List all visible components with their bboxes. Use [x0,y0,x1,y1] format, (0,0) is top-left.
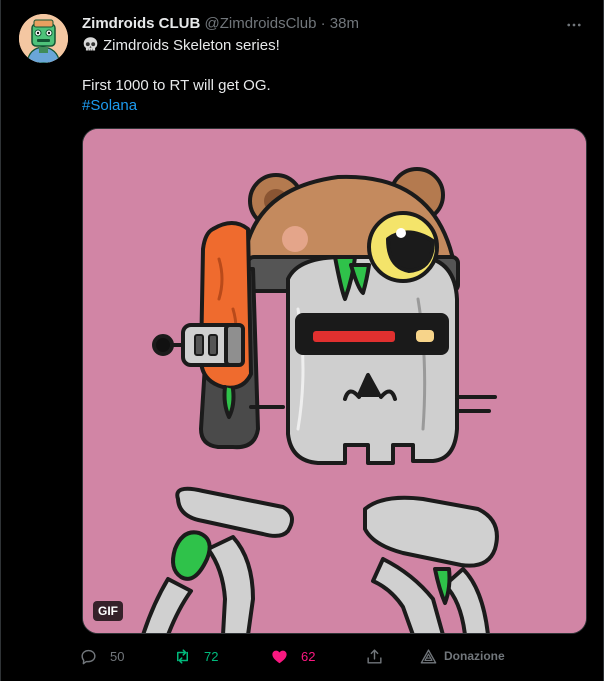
donate-label: Donazione [444,649,505,663]
tweet-line-2: First 1000 to RT will get OG. [82,77,271,94]
tweet-line-1: Zimdroids Skeleton series! [82,36,582,56]
media-gif[interactable]: GIF [82,128,587,634]
reply-count: 50 [110,648,125,664]
timestamp[interactable]: 38m [330,15,359,32]
gif-badge: GIF [93,601,123,621]
tweet-hashtag-line: #Solana [82,96,582,116]
like-button[interactable]: 62 [270,644,315,668]
user-handle[interactable]: @ZimdroidsClub [205,15,317,32]
like-count: 62 [301,648,316,664]
reply-bubble-icon [81,649,96,664]
retweet-count: 72 [204,648,219,664]
tweet-line-1-text: Zimdroids Skeleton series! [103,37,280,54]
skull-emoji-icon [83,37,98,51]
heart-icon [272,650,287,663]
tweet-text: Zimdroids Skeleton series! First 1000 to… [82,36,582,116]
retweet-button[interactable]: 72 [173,644,218,668]
header-separator: · [320,15,326,32]
tweet-actions: 50 72 62 Donazione [79,644,579,668]
avatar[interactable] [19,14,68,63]
more-options-button[interactable] [561,12,587,38]
share-icon [367,648,382,664]
tweet-header: Zimdroids CLUB @ZimdroidsClub · 38m [82,14,359,34]
tweet-card[interactable]: Zimdroids CLUB @ZimdroidsClub · 38m Zimd… [0,0,604,681]
hashtag-link[interactable]: #Solana [82,97,137,114]
share-button[interactable] [365,644,384,668]
retweet-icon [176,648,189,664]
more-horizontal-icon [567,23,581,27]
display-name[interactable]: Zimdroids CLUB [82,15,200,32]
avatar-image [19,14,68,63]
donate-icon [420,648,437,664]
skeleton-bear-gif-image [83,129,586,633]
reply-button[interactable]: 50 [79,644,124,668]
donate-button[interactable]: Donazione [419,644,505,668]
